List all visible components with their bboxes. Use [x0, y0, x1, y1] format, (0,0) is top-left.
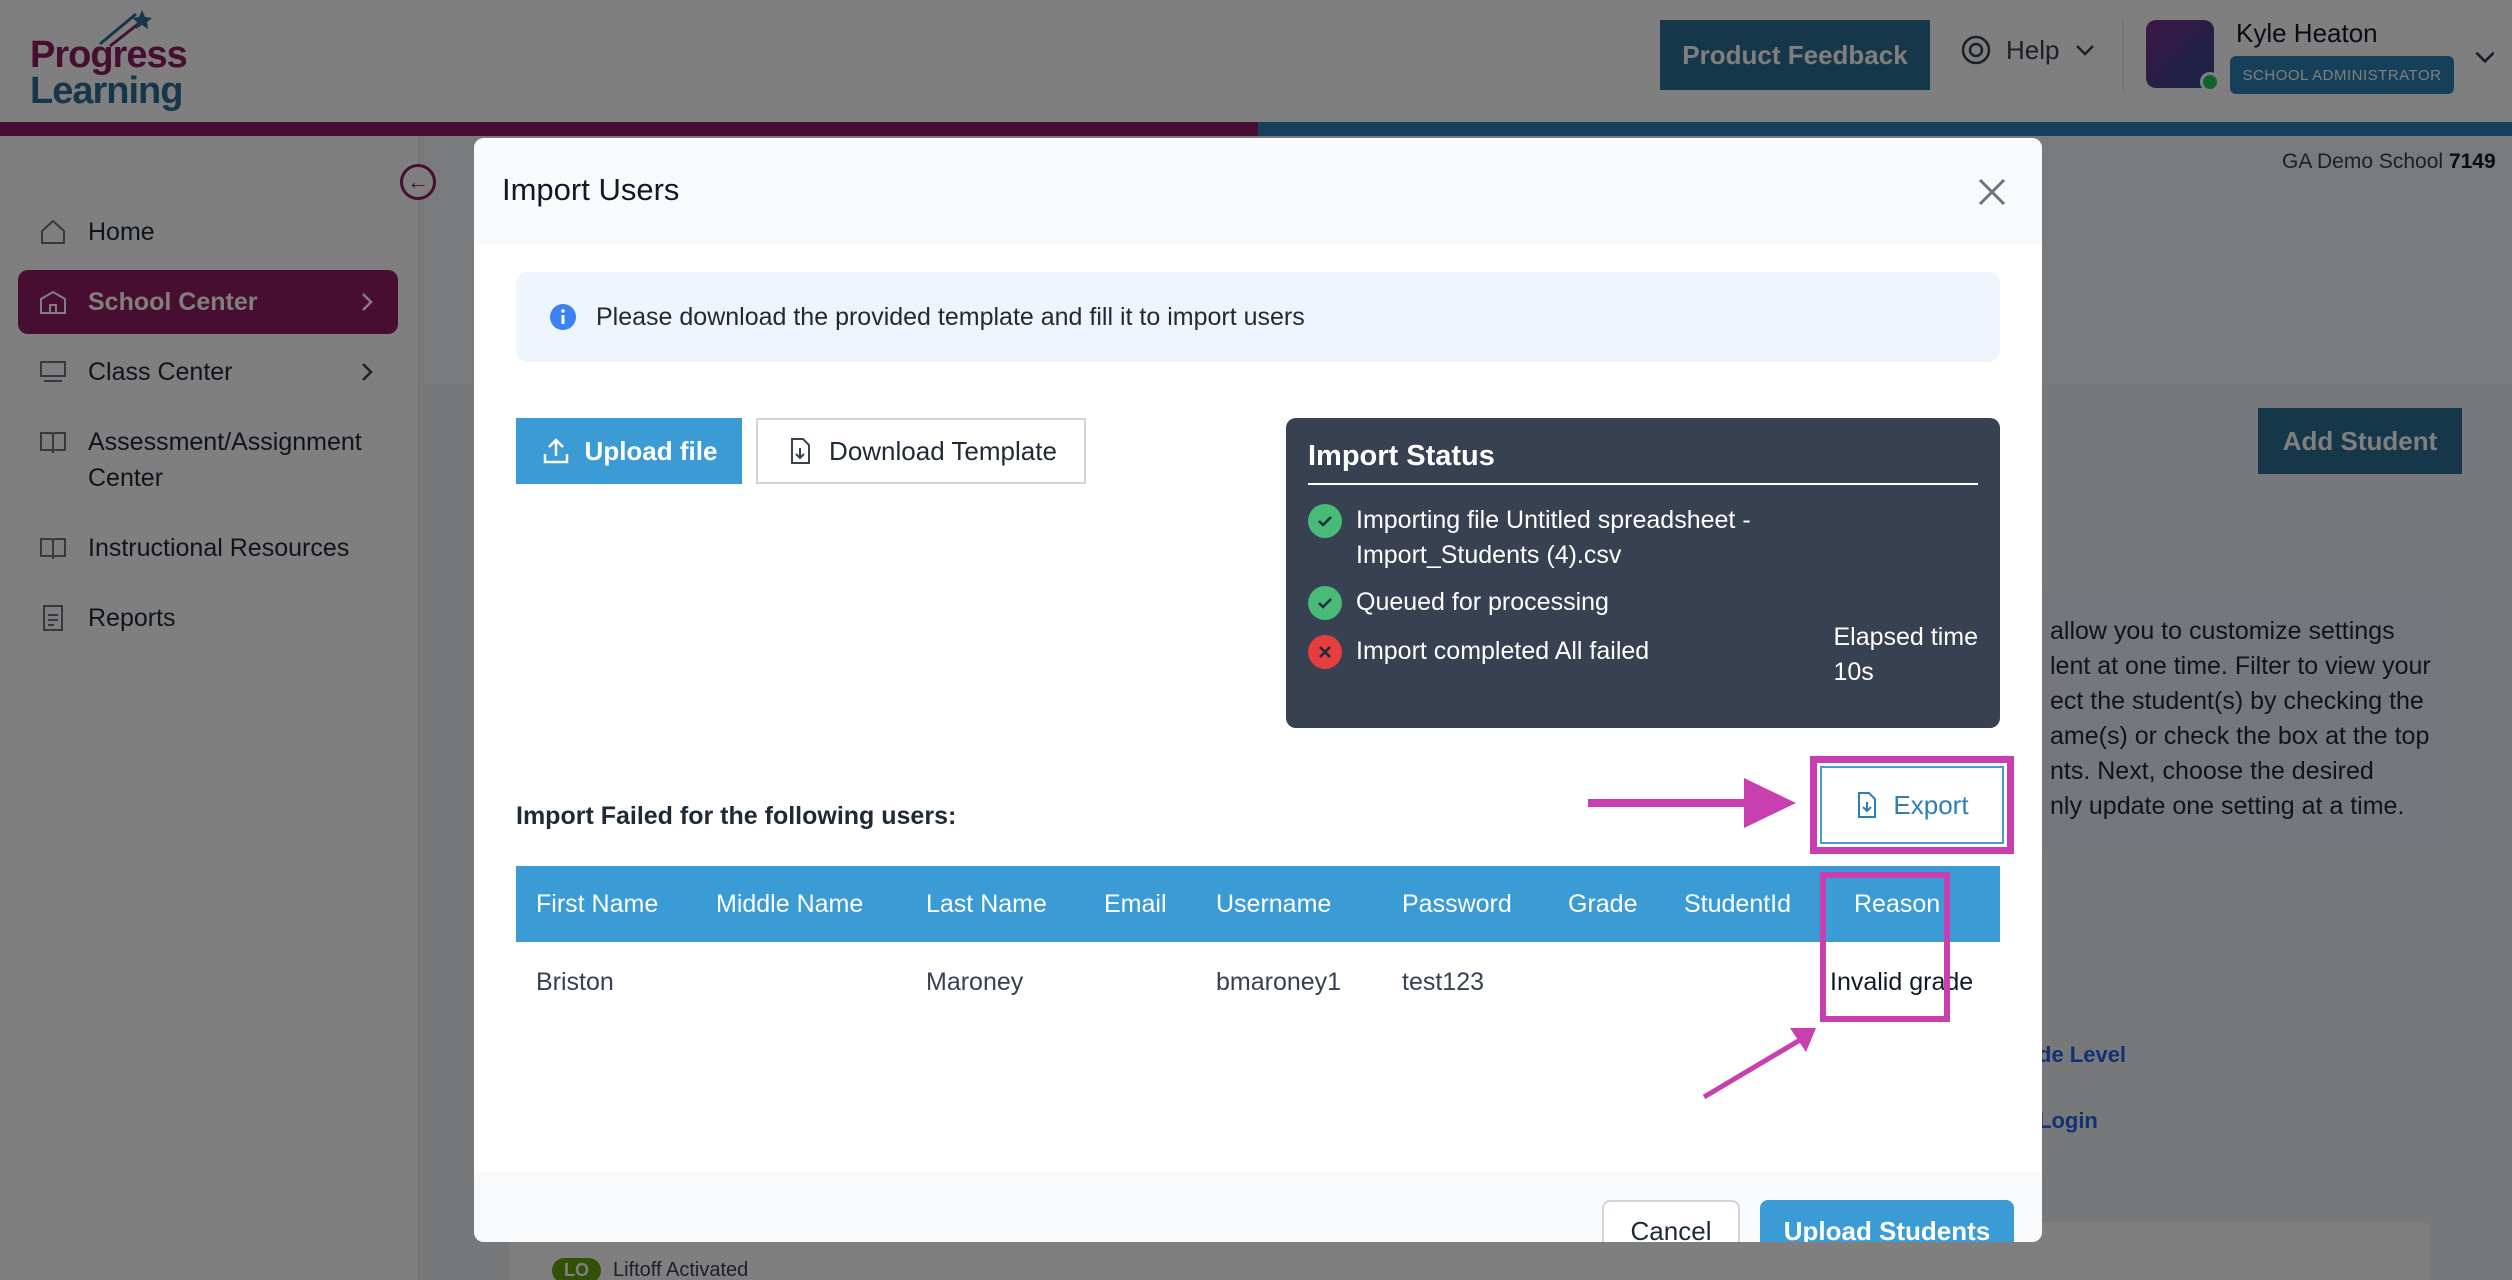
cell-password: test123 [1402, 967, 1485, 996]
cell-username: bmaroney1 [1216, 967, 1342, 996]
download-template-button[interactable]: Download Template [756, 418, 1086, 484]
failed-users-table: First Name Middle Name Last Name Email U… [516, 866, 2000, 1022]
elapsed-time-label: Elapsed time [1833, 623, 1978, 651]
table-row: Briston Maroney bmaroney1 test123 Invali… [516, 942, 2000, 1022]
column-header-student-id[interactable]: StudentId [1684, 866, 1791, 942]
check-circle-icon [1308, 586, 1342, 620]
column-header-email[interactable]: Email [1104, 866, 1167, 942]
upload-file-label: Upload file [584, 435, 718, 466]
column-header-password[interactable]: Password [1402, 866, 1512, 942]
upload-file-button[interactable]: Upload file [516, 418, 742, 484]
status-step-importing: Importing file Untitled spreadsheet - Im… [1308, 503, 1978, 573]
template-notice: Please download the provided template an… [516, 272, 2000, 362]
download-template-label: Download Template [829, 435, 1057, 466]
notice-text: Please download the provided template an… [596, 302, 1305, 331]
reason-highlight-box [1820, 872, 1950, 1022]
status-step-text: Import completed All failed [1356, 637, 1650, 665]
cell-first-name: Briston [536, 967, 614, 996]
status-step-completed: Import completed All failed Elapsed time… [1308, 623, 1978, 686]
modal-title: Import Users [502, 172, 680, 207]
column-header-last-name[interactable]: Last Name [926, 866, 1047, 942]
column-header-middle-name[interactable]: Middle Name [716, 866, 863, 942]
close-icon[interactable] [1974, 174, 2010, 210]
elapsed-time-value: 10s [1833, 658, 1874, 686]
column-header-first-name[interactable]: First Name [536, 866, 658, 942]
table-header: First Name Middle Name Last Name Email U… [516, 866, 2000, 942]
status-step-text: Importing file Untitled spreadsheet - Im… [1356, 506, 1751, 569]
cell-last-name: Maroney [926, 967, 1024, 996]
import-users-modal: Import Users Please download the provide… [474, 138, 2042, 1242]
upload-students-button[interactable]: Upload Students [1760, 1200, 2014, 1242]
file-export-icon [1858, 792, 1877, 818]
cancel-button[interactable]: Cancel [1602, 1200, 1740, 1242]
column-header-grade[interactable]: Grade [1568, 866, 1637, 942]
export-label: Export [1893, 789, 1969, 820]
error-circle-icon [1308, 635, 1342, 669]
file-download-icon [791, 438, 811, 464]
upload-icon [543, 438, 568, 464]
status-step-text: Queued for processing [1356, 588, 1609, 616]
import-status-panel: Import Status Importing file Untitled sp… [1286, 418, 2000, 728]
import-failed-heading: Import Failed for the following users: [516, 802, 957, 830]
import-status-title: Import Status [1308, 440, 1978, 485]
export-button[interactable]: Export [1820, 766, 2004, 844]
column-header-username[interactable]: Username [1216, 866, 1331, 942]
info-icon [550, 304, 576, 330]
modal-header [474, 138, 2042, 244]
check-circle-icon [1308, 504, 1342, 538]
elapsed-time: Elapsed time 10s [1833, 620, 1978, 690]
status-step-queued: Queued for processing [1308, 585, 1978, 620]
